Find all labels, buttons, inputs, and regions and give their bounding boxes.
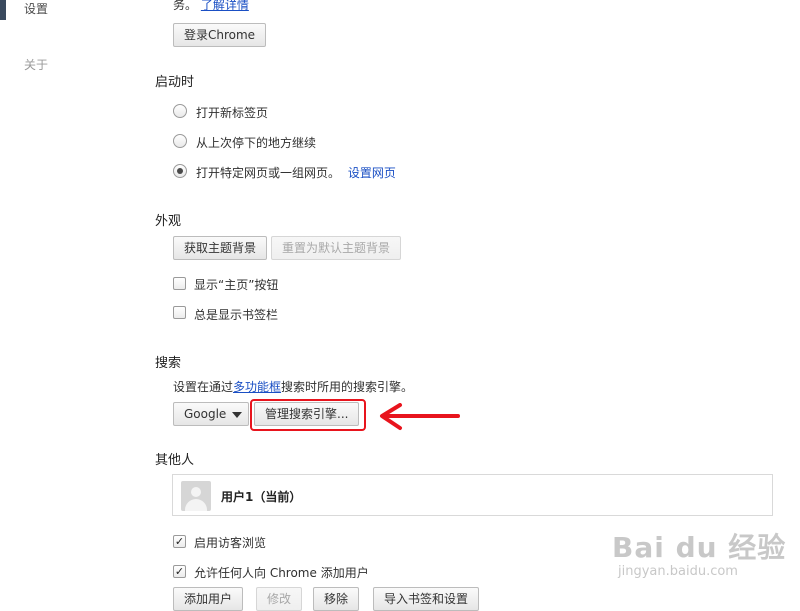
- watermark-sub: jingyan.baidu.com: [618, 564, 738, 579]
- avatar-icon: [181, 481, 211, 511]
- startup-label-new-tab: 打开新标签页: [196, 106, 269, 120]
- search-engine-value: Google: [184, 407, 227, 421]
- reset-theme-button[interactable]: 重置为默认主题背景: [271, 236, 402, 260]
- anyone-add-user-label: 允许任何人向 Chrome 添加用户: [194, 566, 369, 580]
- omnibox-link[interactable]: 多功能框: [233, 380, 281, 394]
- signin-text: 务。 了解详情: [173, 0, 249, 13]
- search-section-title: 搜索: [155, 356, 182, 371]
- edit-user-button[interactable]: 修改: [256, 587, 303, 611]
- set-pages-link[interactable]: 设置网页: [348, 166, 396, 180]
- search-desc-prefix: 设置在通过: [173, 380, 234, 394]
- user-list-item[interactable]: 用户1（当前）: [172, 474, 773, 516]
- startup-specific-pages-text: 打开特定网页或一组网页。: [196, 166, 341, 180]
- signin-text-end: 务。: [173, 0, 198, 12]
- get-themes-button[interactable]: 获取主题背景: [173, 236, 268, 260]
- guest-browsing-checkbox[interactable]: ✓: [173, 535, 186, 548]
- add-user-button[interactable]: 添加用户: [173, 587, 244, 611]
- signin-chrome-button[interactable]: 登录Chrome: [173, 23, 267, 47]
- startup-radio-specific-pages[interactable]: [173, 164, 187, 178]
- startup-radio-new-tab[interactable]: [173, 104, 187, 118]
- annotation-highlight-box: [250, 399, 366, 431]
- startup-section-title: 启动时: [155, 75, 195, 90]
- sidebar-item-settings[interactable]: 设置: [24, 0, 48, 17]
- learn-more-link[interactable]: 了解详情: [201, 0, 249, 12]
- startup-radio-continue[interactable]: [173, 134, 187, 148]
- annotation-arrow-icon: [380, 403, 460, 430]
- startup-label-specific-pages: 打开特定网页或一组网页。 设置网页: [196, 164, 396, 181]
- baidu-watermark: Bai du 经验 jingyan.baidu.com: [612, 512, 792, 592]
- watermark-main: Bai du 经验: [612, 531, 787, 564]
- import-bookmarks-button[interactable]: 导入书签和设置: [373, 587, 480, 611]
- guest-browsing-label: 启用访客浏览: [194, 536, 267, 550]
- anyone-add-user-checkbox[interactable]: ✓: [173, 565, 186, 578]
- show-bookmarks-checkbox[interactable]: [173, 306, 186, 319]
- remove-user-button[interactable]: 移除: [313, 587, 360, 611]
- chevron-down-icon: [232, 412, 242, 418]
- search-description: 设置在通过多功能框搜索时所用的搜索引擎。: [173, 378, 413, 395]
- show-home-label: 显示“主页”按钮: [194, 278, 279, 292]
- sidebar-active-indicator: [0, 0, 6, 20]
- appearance-section-title: 外观: [155, 214, 182, 229]
- show-bookmarks-label: 总是显示书签栏: [194, 308, 279, 322]
- show-home-checkbox[interactable]: [173, 277, 186, 290]
- search-engine-select[interactable]: Google: [173, 402, 249, 426]
- search-desc-suffix: 搜索时所用的搜索引擎。: [281, 380, 414, 394]
- sidebar-item-about[interactable]: 关于: [24, 56, 48, 73]
- user-name: 用户1（当前）: [221, 490, 302, 504]
- startup-label-continue: 从上次停下的地方继续: [196, 136, 317, 150]
- people-section-title: 其他人: [155, 453, 195, 468]
